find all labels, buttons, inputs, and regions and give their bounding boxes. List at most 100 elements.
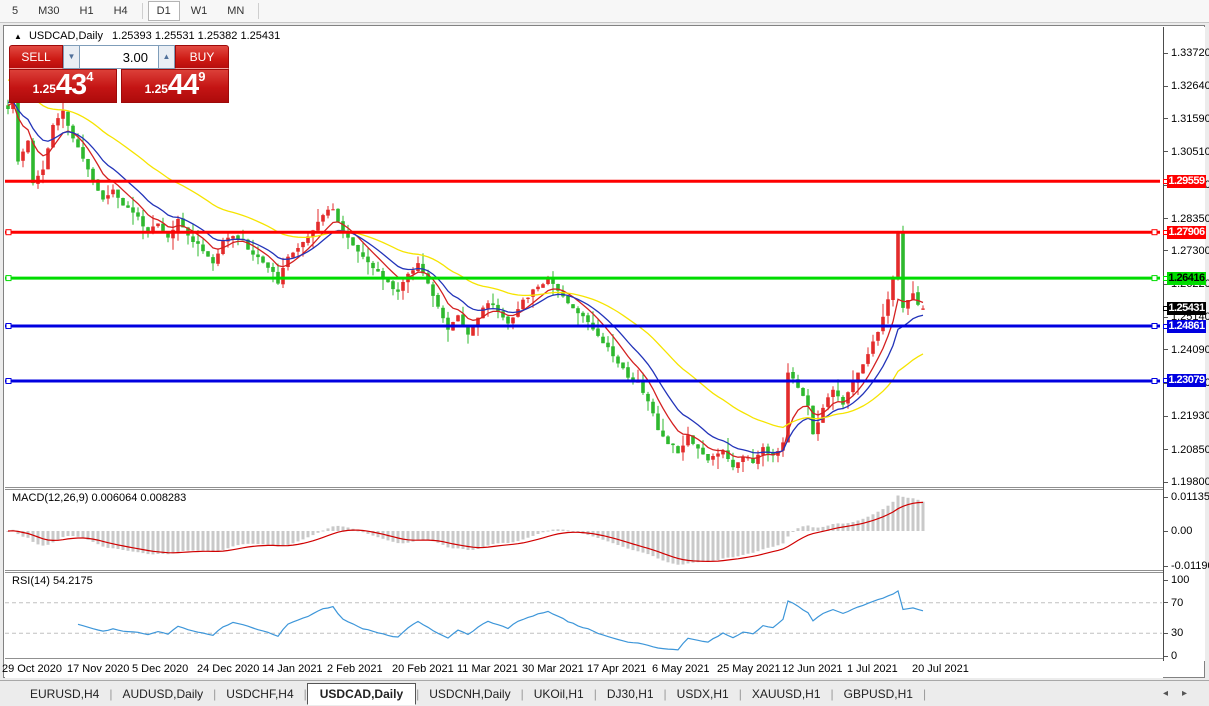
- horizontal-lines-group[interactable]: [5, 181, 1160, 383]
- macd-label: MACD(12,26,9) 0.006064 0.008283: [12, 492, 186, 504]
- axis-tick-mark: [1164, 416, 1168, 417]
- price-axis-tick: 1.30510: [1171, 146, 1209, 158]
- chart-tab-usdchf-h4[interactable]: USDCHF,H4: [216, 684, 303, 704]
- date-axis-label: 12 Jun 2021: [782, 663, 843, 675]
- timeframe-button-h4[interactable]: H4: [105, 1, 137, 21]
- chart-tab-eurusd-h4[interactable]: EURUSD,H4: [20, 684, 109, 704]
- price-axis-tick: 1.33720: [1171, 47, 1209, 59]
- volume-step-up-button[interactable]: ▲: [158, 45, 175, 69]
- price-chart-canvas[interactable]: [5, 27, 1163, 661]
- hline-endpoint[interactable]: [6, 379, 11, 384]
- hline-endpoint[interactable]: [6, 230, 11, 235]
- axis-tick-mark: [1164, 317, 1168, 318]
- chart-tab-audusd-daily[interactable]: AUDUSD,Daily: [112, 684, 213, 704]
- chart-tab-ukoil-h1[interactable]: UKOil,H1: [524, 684, 594, 704]
- chart-window[interactable]: ▲ USDCAD,Daily 1.25393 1.25531 1.25382 1…: [3, 25, 1205, 678]
- line-anchor-square[interactable]: [1163, 378, 1168, 383]
- line-anchor-square[interactable]: [1163, 276, 1168, 281]
- sell-price-box[interactable]: 1.25434: [9, 69, 117, 103]
- axis-tick-mark: [1164, 482, 1168, 483]
- hline-endpoint[interactable]: [1152, 324, 1157, 329]
- axis-tick-mark: [1164, 53, 1168, 54]
- hline-endpoint[interactable]: [6, 276, 11, 281]
- rsi-label: RSI(14) 54.2175: [12, 575, 93, 587]
- timeframe-button-mn[interactable]: MN: [218, 1, 253, 21]
- macd-axis-tick: -0.011904: [1171, 560, 1209, 572]
- hline-1.26416[interactable]: [5, 276, 1160, 281]
- axis-tick-mark: [1164, 602, 1168, 603]
- date-axis[interactable]: 29 Oct 202017 Nov 20205 Dec 202024 Dec 2…: [5, 660, 1163, 678]
- tab-separator: |: [923, 687, 926, 701]
- chart-tab-dj30-h1[interactable]: DJ30,H1: [597, 684, 664, 704]
- price-axis-tick: 1.28350: [1171, 213, 1209, 225]
- trade-panel-prices: 1.25434 1.25449: [9, 69, 229, 103]
- chart-tab-usdx-h1[interactable]: USDX,H1: [667, 684, 739, 704]
- axis-tick-mark: [1164, 250, 1168, 251]
- tab-scroll-arrows[interactable]: ◂▸: [1163, 688, 1201, 699]
- chart-tab-usdcad-daily[interactable]: USDCAD,Daily: [307, 683, 416, 705]
- chart-tab-xauusd-h1[interactable]: XAUUSD,H1: [742, 684, 831, 704]
- chart-tab-gbpusd-h1[interactable]: GBPUSD,H1: [834, 684, 923, 704]
- buy-price-main: 1.25: [145, 78, 168, 100]
- rsi-axis-tick: 70: [1171, 597, 1183, 609]
- moving-averages-group: [8, 80, 923, 459]
- current-price-label: 1.25431: [1167, 302, 1206, 315]
- rsi-axis-tick: 100: [1171, 574, 1189, 586]
- date-axis-label: 17 Apr 2021: [587, 663, 646, 675]
- hline-1.23079[interactable]: [5, 379, 1160, 384]
- buy-button[interactable]: BUY: [175, 45, 229, 69]
- rsi-axis-tick: 0: [1171, 650, 1177, 662]
- timeframe-toolbar: 5M30H1H4 D1W1MN: [0, 0, 1209, 23]
- line-anchor-square[interactable]: [1163, 230, 1168, 235]
- volume-step-down-button[interactable]: ▼: [63, 45, 80, 69]
- sell-button[interactable]: SELL: [9, 45, 63, 69]
- price-axis-tick: 1.20850: [1171, 444, 1209, 456]
- chart-symbol-label: USDCAD,Daily: [29, 30, 103, 42]
- timeframe-button-h1[interactable]: H1: [71, 1, 103, 21]
- rsi-axis-tick: 30: [1171, 627, 1183, 639]
- timeframe-button-w1[interactable]: W1: [182, 1, 217, 21]
- axis-tick-mark: [1164, 531, 1168, 532]
- hline-endpoint[interactable]: [1152, 276, 1157, 281]
- chart-title: ▲ USDCAD,Daily 1.25393 1.25531 1.25382 1…: [14, 30, 280, 42]
- line-anchor-square[interactable]: [1163, 306, 1168, 311]
- hline-price-label: 1.23079: [1167, 374, 1206, 387]
- macd-axis-tick: 0.00: [1171, 525, 1192, 537]
- rsi-line: [78, 591, 923, 650]
- hline-endpoint[interactable]: [6, 324, 11, 329]
- one-click-trade-panel: SELL ▼ ▲ BUY 1.25434 1.25449: [9, 45, 229, 103]
- date-axis-label: 2 Feb 2021: [327, 663, 383, 675]
- axis-tick-mark: [1164, 118, 1168, 119]
- axis-tick-mark: [1164, 151, 1168, 152]
- line-anchor-square[interactable]: [1163, 324, 1168, 329]
- date-axis-label: 24 Dec 2020: [197, 663, 259, 675]
- hline-endpoint[interactable]: [1152, 230, 1157, 235]
- date-axis-label: 5 Dec 2020: [132, 663, 188, 675]
- axis-tick-mark: [1164, 633, 1168, 634]
- date-axis-label: 25 May 2021: [717, 663, 781, 675]
- timeframe-button-5[interactable]: 5: [3, 1, 27, 21]
- price-axis-tick: 1.21930: [1171, 410, 1209, 422]
- chart-tab-usdcnh-daily[interactable]: USDCNH,Daily: [419, 684, 520, 704]
- timeframe-button-d1[interactable]: D1: [148, 1, 180, 21]
- buy-price-pip: 9: [198, 71, 205, 83]
- date-axis-label: 17 Nov 2020: [67, 663, 129, 675]
- date-axis-label: 20 Feb 2021: [392, 663, 454, 675]
- axis-tick-mark: [1164, 449, 1168, 450]
- axis-tick-mark: [1164, 656, 1168, 657]
- hline-endpoint[interactable]: [1152, 379, 1157, 384]
- macd-axis-tick: 0.01135: [1171, 491, 1209, 503]
- timeframe-button-m30[interactable]: M30: [29, 1, 68, 21]
- volume-input[interactable]: [80, 45, 158, 69]
- hline-1.24861[interactable]: [5, 324, 1160, 329]
- price-axis[interactable]: 1.337201.326401.315901.305101.294301.283…: [1163, 27, 1205, 661]
- axis-tick-mark: [1164, 497, 1168, 498]
- hline-price-label: 1.27906: [1167, 226, 1206, 239]
- buy-price-box[interactable]: 1.25449: [121, 69, 229, 103]
- axis-tick-mark: [1164, 218, 1168, 219]
- sell-price-big: 43: [56, 71, 86, 100]
- chart-ohlc-values: 1.25393 1.25531 1.25382 1.25431: [112, 30, 280, 42]
- date-axis-label: 30 Mar 2021: [522, 663, 584, 675]
- line-anchor-square[interactable]: [1163, 179, 1168, 184]
- collapse-arrow-icon[interactable]: ▲: [14, 32, 22, 41]
